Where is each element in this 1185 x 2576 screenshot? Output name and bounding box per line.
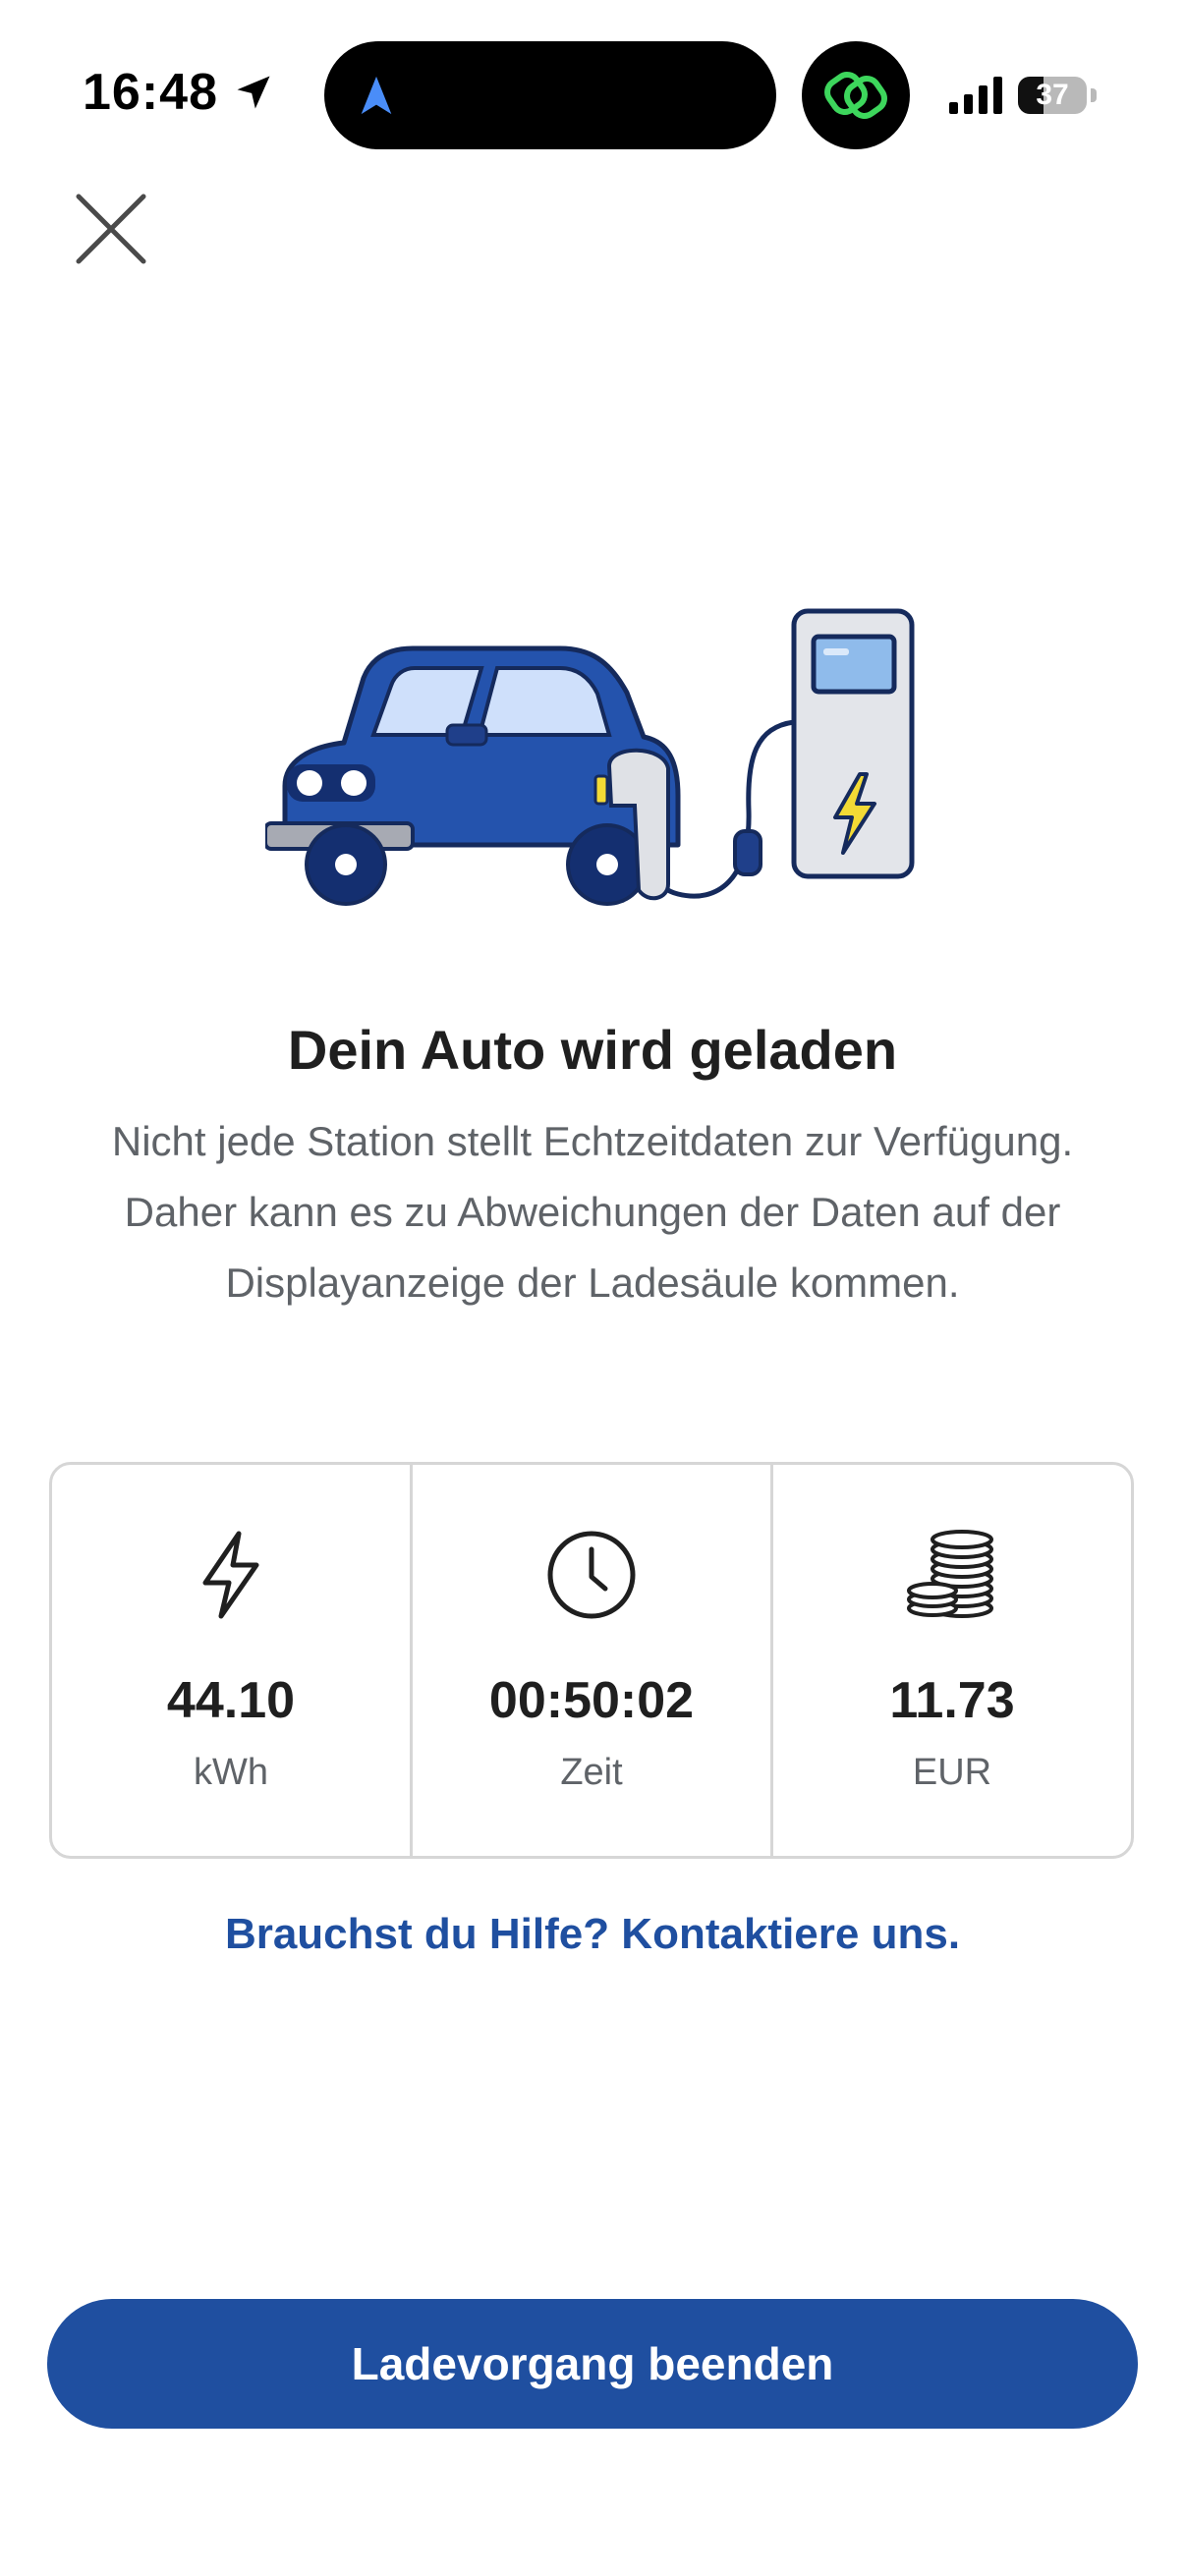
coins-icon [907, 1530, 993, 1618]
navigation-icon [361, 76, 392, 115]
lightning-icon [202, 1531, 259, 1619]
stat-energy-value: 44.10 [166, 1672, 296, 1729]
stat-energy: 44.10 kWh [52, 1465, 410, 1856]
close-button[interactable] [73, 191, 149, 267]
stat-time-unit: Zeit [560, 1752, 623, 1793]
car-icon [265, 645, 681, 906]
battery-cap [1091, 88, 1097, 102]
page-title: Dein Auto wird geladen [287, 1019, 898, 1081]
charging-station-icon [648, 608, 915, 899]
car-charging-illustration [265, 608, 915, 906]
stat-energy-unit: kWh [194, 1752, 268, 1793]
cellular-signal-icon [949, 77, 1002, 114]
link-icon [824, 72, 887, 119]
status-time: 16:48 [83, 64, 218, 121]
charging-stats-card: 44.10 kWh 00:50:02 Zeit 11.73 EUR [49, 1462, 1134, 1859]
stat-cost: 11.73 EUR [770, 1465, 1131, 1856]
close-icon [76, 194, 146, 264]
stat-cost-value: 11.73 [889, 1672, 1015, 1729]
stat-cost-unit: EUR [912, 1752, 992, 1793]
status-bar: 16:48 37 [0, 0, 1185, 187]
charging-screen: 16:48 37 Dein Auto wird geladen Nicht je… [0, 0, 1185, 2576]
info-description: Nicht jede Station stellt Echtzeitdaten … [111, 1118, 1074, 1306]
stat-time-value: 00:50:02 [488, 1672, 695, 1729]
battery-indicator: 37 [1018, 77, 1087, 114]
app-activity-indicator [802, 41, 910, 149]
help-contact-link[interactable]: Brauchst du Hilfe? Kontaktiere uns. [0, 1910, 1185, 1959]
battery-percentage: 37 [1036, 79, 1069, 111]
dynamic-island [324, 41, 776, 149]
stop-charging-button[interactable]: Ladevorgang beenden [47, 2299, 1138, 2429]
clock-icon [547, 1531, 636, 1619]
stat-time: 00:50:02 Zeit [410, 1465, 770, 1856]
location-arrow-icon [237, 76, 270, 109]
